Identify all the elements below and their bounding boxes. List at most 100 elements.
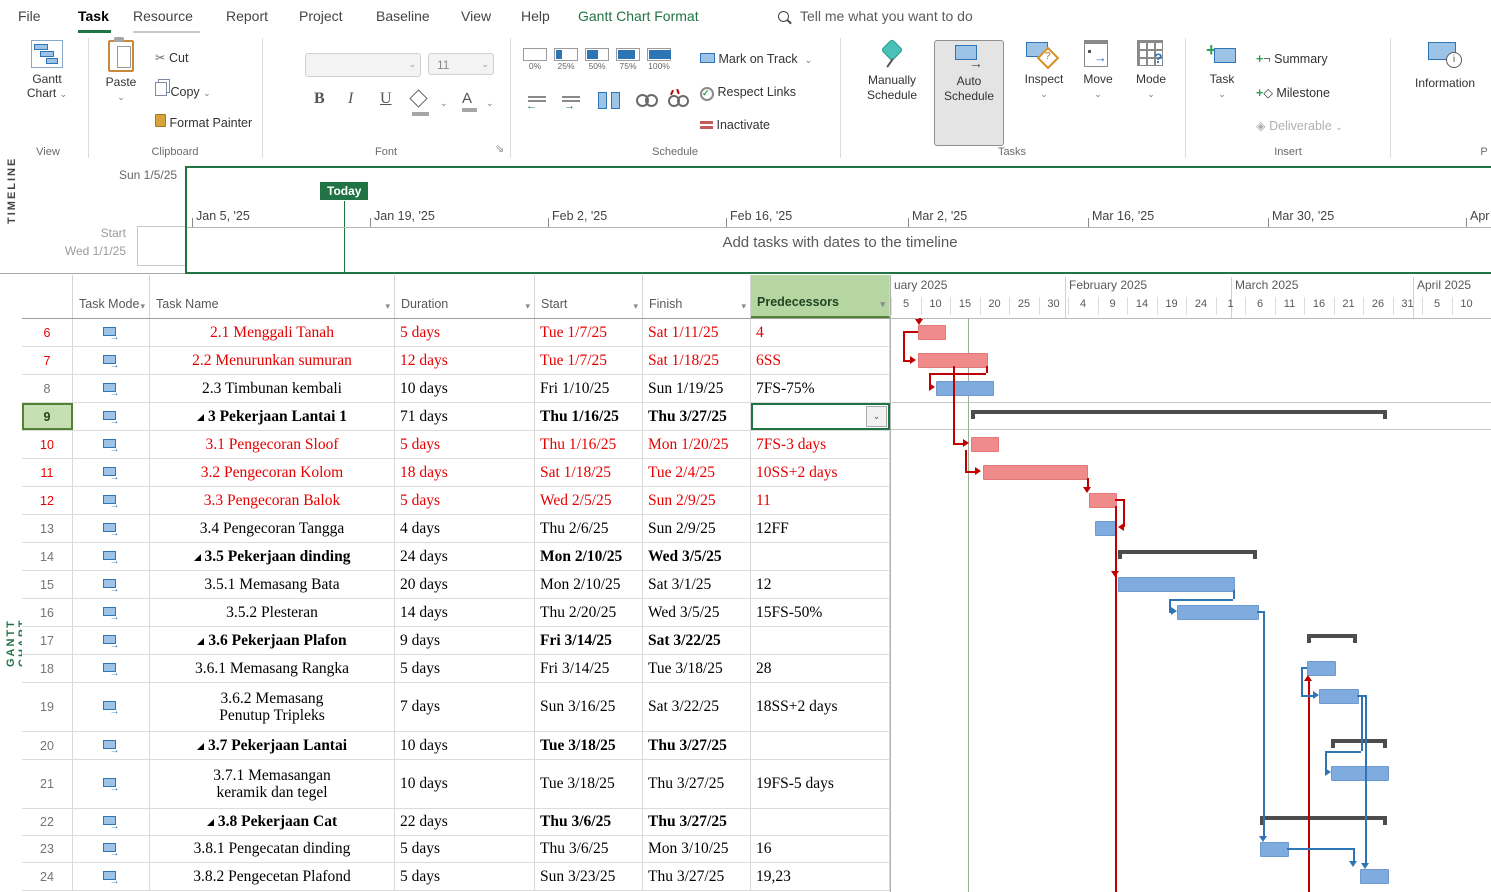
predecessors-cell[interactable] xyxy=(751,543,890,570)
link-tasks-button[interactable] xyxy=(636,94,658,112)
start-cell[interactable]: Thu 3/6/25 xyxy=(535,809,643,835)
row-number-cell[interactable]: 18 xyxy=(22,655,73,682)
task-name-cell[interactable]: 3.6.1 Memasang Rangka xyxy=(150,655,395,682)
start-cell[interactable]: Tue 3/18/25 xyxy=(535,760,643,808)
duration-cell[interactable]: 4 days xyxy=(395,515,535,542)
row-number-cell[interactable]: 9 xyxy=(22,403,73,430)
percent-complete-button-50[interactable]: 50% xyxy=(584,48,610,71)
task-bar[interactable] xyxy=(1177,605,1259,620)
duration-cell[interactable]: 22 days xyxy=(395,809,535,835)
start-cell[interactable]: Sat 1/18/25 xyxy=(535,459,643,486)
manually-schedule-button[interactable]: ManuallySchedule xyxy=(858,40,926,103)
italic-button[interactable]: I xyxy=(348,90,353,108)
filter-chevron-icon[interactable]: ▾ xyxy=(880,299,885,310)
task-name-cell[interactable]: 2.1 Menggali Tanah xyxy=(150,319,395,346)
finish-cell[interactable]: Sat 1/11/25 xyxy=(643,319,751,346)
task-mode-cell[interactable]: → xyxy=(73,487,150,514)
finish-cell[interactable]: Wed 3/5/25 xyxy=(643,599,751,626)
menu-tab-file[interactable]: File xyxy=(18,8,41,24)
task-mode-cell[interactable]: → xyxy=(73,347,150,374)
start-cell[interactable]: Thu 2/6/25 xyxy=(535,515,643,542)
gantt-chart-canvas[interactable]: uary 2025February 2025March 2025April 20… xyxy=(890,275,1491,892)
insert-deliverable-button[interactable]: ◈ Deliverable ⌄ xyxy=(1256,118,1343,133)
summary-bar[interactable] xyxy=(971,410,1387,414)
predecessors-cell[interactable]: 10SS+2 days xyxy=(751,459,890,486)
filter-chevron-icon[interactable]: ▾ xyxy=(525,301,530,312)
finish-cell[interactable]: Sat 3/22/25 xyxy=(643,627,751,654)
duration-cell[interactable]: 10 days xyxy=(395,760,535,808)
task-mode-cell[interactable]: → xyxy=(73,836,150,862)
column-header-finish[interactable]: Finish▾ xyxy=(643,275,751,318)
summary-bar[interactable] xyxy=(1260,816,1387,820)
row-number-cell[interactable]: 20 xyxy=(22,732,73,759)
column-header-task-name[interactable]: Task Name▾ xyxy=(150,275,395,318)
information-button[interactable]: i Information xyxy=(1406,40,1484,90)
predecessors-cell[interactable] xyxy=(751,809,890,835)
menu-tab-resource[interactable]: Resource xyxy=(133,8,193,24)
duration-cell[interactable]: 9 days xyxy=(395,627,535,654)
start-cell[interactable]: Mon 2/10/25 xyxy=(535,571,643,598)
task-name-cell[interactable]: 3.6 Pekerjaan Plafon xyxy=(150,627,395,654)
duration-cell[interactable]: 5 days xyxy=(395,431,535,458)
task-mode-cell[interactable]: → xyxy=(73,599,150,626)
task-bar[interactable] xyxy=(1118,577,1235,592)
start-cell[interactable]: Thu 1/16/25 xyxy=(535,403,643,430)
task-mode-cell[interactable]: → xyxy=(73,403,150,430)
task-mode-cell[interactable]: → xyxy=(73,627,150,654)
finish-cell[interactable]: Sat 1/18/25 xyxy=(643,347,751,374)
filter-chevron-icon[interactable]: ▾ xyxy=(385,301,390,312)
row-number-cell[interactable]: 10 xyxy=(22,431,73,458)
collapse-triangle-icon[interactable] xyxy=(197,638,204,645)
row-number-cell[interactable]: 23 xyxy=(22,836,73,862)
finish-cell[interactable]: Sat 3/22/25 xyxy=(643,683,751,731)
column-header-start[interactable]: Start▾ xyxy=(535,275,643,318)
task-name-cell[interactable]: 3.1 Pengecoran Sloof xyxy=(150,431,395,458)
row-number-cell[interactable]: 13 xyxy=(22,515,73,542)
task-name-cell[interactable]: 3.2 Pengecoran Kolom xyxy=(150,459,395,486)
format-painter-button[interactable]: Format Painter xyxy=(155,114,252,130)
cell-dropdown-button[interactable]: ⌄ xyxy=(866,406,887,427)
collapse-triangle-icon[interactable] xyxy=(197,743,204,750)
font-size-combo[interactable]: 11⌄ xyxy=(428,53,494,75)
menu-tab-help[interactable]: Help xyxy=(521,8,550,24)
insert-summary-button[interactable]: +¬ Summary xyxy=(1256,52,1328,66)
row-number-cell[interactable]: 14 xyxy=(22,543,73,570)
task-bar[interactable] xyxy=(936,381,994,396)
task-bar[interactable] xyxy=(1260,842,1289,857)
task-name-cell[interactable]: 2.2 Menurunkan sumuran xyxy=(150,347,395,374)
start-cell[interactable]: Tue 1/7/25 xyxy=(535,319,643,346)
predecessors-cell[interactable]: 16 xyxy=(751,836,890,862)
task-name-cell[interactable]: 3.3 Pengecoran Balok xyxy=(150,487,395,514)
task-mode-cell[interactable]: → xyxy=(73,375,150,402)
row-number-cell[interactable]: 19 xyxy=(22,683,73,731)
task-mode-cell[interactable]: → xyxy=(73,515,150,542)
task-bar[interactable] xyxy=(1307,661,1336,676)
start-cell[interactable]: Thu 3/6/25 xyxy=(535,836,643,862)
font-dialog-launcher[interactable]: ⇘ xyxy=(495,142,504,155)
split-task-button[interactable] xyxy=(598,92,620,114)
gantt-chart-view-button[interactable]: Gantt Chart ⌄ xyxy=(16,40,78,101)
duration-cell[interactable]: 5 days xyxy=(395,863,535,890)
summary-bar[interactable] xyxy=(1118,550,1257,554)
task-name-cell[interactable]: 3.4 Pengecoran Tangga xyxy=(150,515,395,542)
column-header-task-mode[interactable]: Task Mode▾ xyxy=(73,275,150,318)
row-number-cell[interactable]: 8 xyxy=(22,375,73,402)
duration-cell[interactable]: 5 days xyxy=(395,487,535,514)
task-mode-cell[interactable]: → xyxy=(73,571,150,598)
critical-task-bar[interactable] xyxy=(918,325,947,340)
row-number-cell[interactable]: 22 xyxy=(22,809,73,835)
summary-bar[interactable] xyxy=(1307,634,1357,638)
background-color-button[interactable] xyxy=(412,92,429,116)
predecessors-cell[interactable]: 18SS+2 days xyxy=(751,683,890,731)
finish-cell[interactable]: Mon 3/10/25 xyxy=(643,836,751,862)
duration-cell[interactable]: 5 days xyxy=(395,655,535,682)
finish-cell[interactable]: Wed 3/5/25 xyxy=(643,543,751,570)
summary-bar[interactable] xyxy=(1331,739,1387,743)
duration-cell[interactable]: 18 days xyxy=(395,459,535,486)
indent-task-button[interactable]: → xyxy=(562,96,580,109)
row-number-cell[interactable]: 7 xyxy=(22,347,73,374)
mark-on-track-button[interactable]: Mark on Track ⌄ xyxy=(700,52,812,66)
row-number-cell[interactable]: 16 xyxy=(22,599,73,626)
menu-tab-gantt-chart-format[interactable]: Gantt Chart Format xyxy=(578,8,699,24)
task-mode-cell[interactable]: → xyxy=(73,863,150,890)
